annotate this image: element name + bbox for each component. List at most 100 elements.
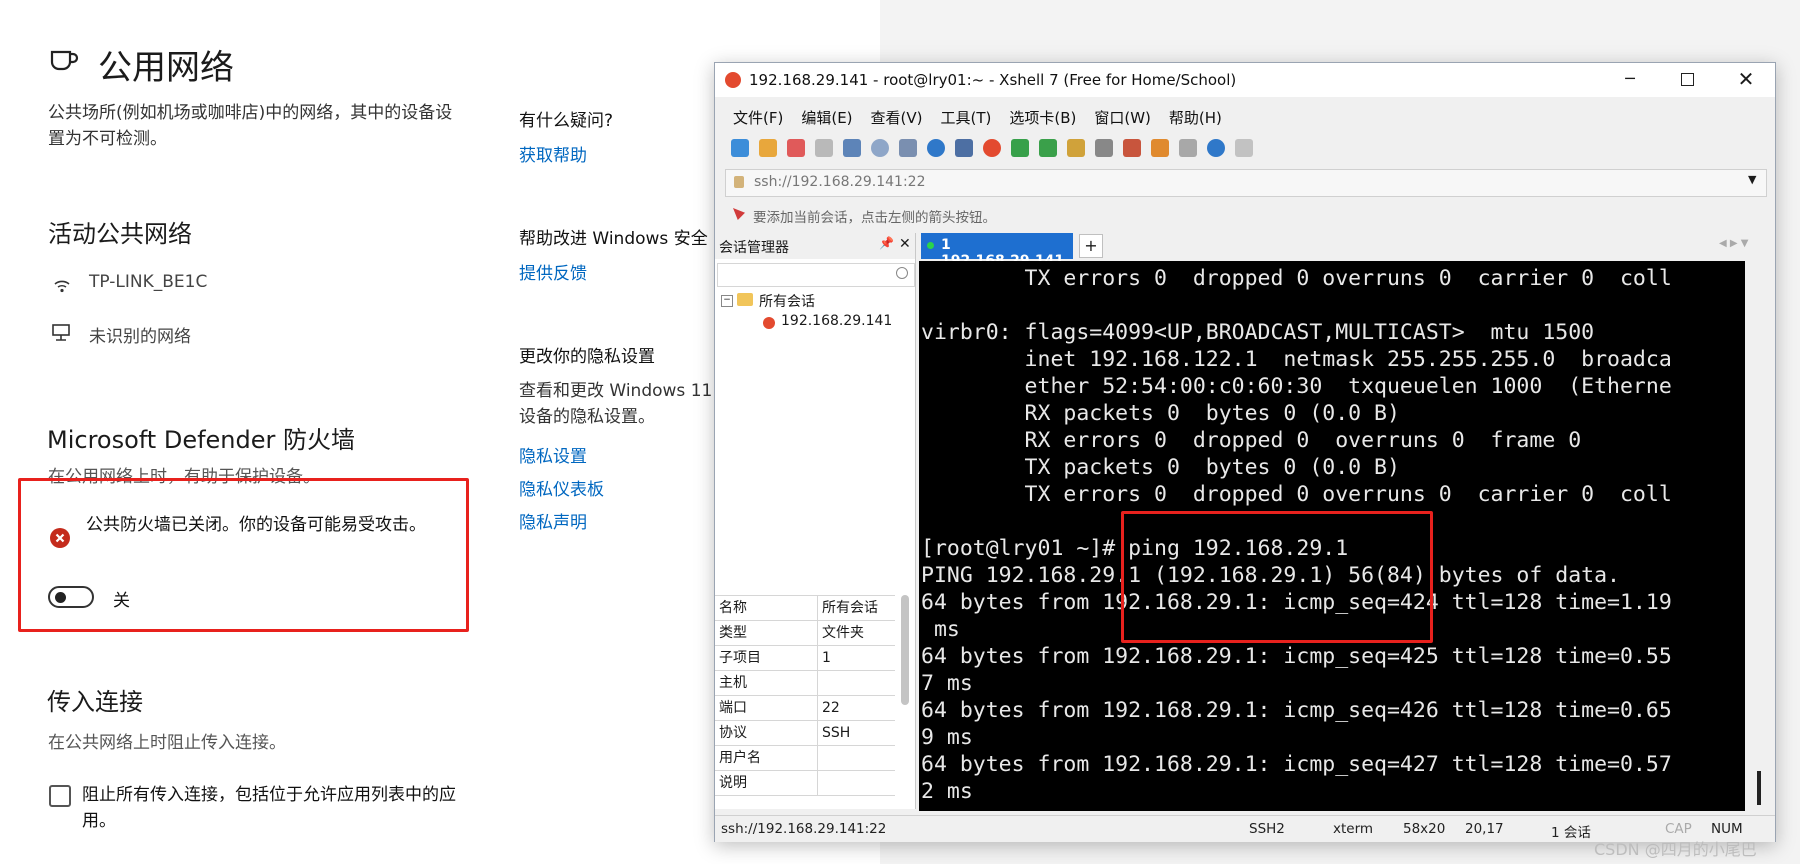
privacy-dashboard-link[interactable]: 隐私仪表板 — [519, 475, 604, 500]
terminal-line: virbr0: flags=4099<UP,BROADCAST,MULTICAS… — [921, 320, 1595, 345]
status-term: xterm — [1333, 821, 1374, 837]
menu-window[interactable]: 窗口(W) — [1094, 107, 1151, 128]
scroll-thumb[interactable] — [1757, 771, 1761, 805]
arrow-icon — [733, 208, 745, 220]
block-incoming-label: 阻止所有传入连接，包括位于允许应用列表中的应用。 — [82, 785, 456, 831]
session-search-input[interactable] — [717, 263, 915, 287]
get-help-link[interactable]: 获取帮助 — [519, 141, 587, 166]
improve-windows-text: 帮助改进 Windows 安全 — [519, 229, 708, 249]
add-icon[interactable] — [1151, 139, 1169, 157]
globe-icon[interactable] — [927, 139, 945, 157]
disconnect-icon[interactable] — [815, 139, 833, 157]
terminal-line: 9 ms — [921, 725, 973, 750]
error-icon — [50, 528, 70, 548]
toolbar — [731, 139, 1253, 157]
close-button[interactable]: ✕ — [1731, 67, 1761, 91]
menu-bar: 文件(F) 编辑(E) 查看(V) 工具(T) 选项卡(B) 窗口(W) 帮助(… — [733, 107, 1240, 128]
collapse-icon[interactable]: − — [721, 295, 733, 307]
property-value — [818, 746, 822, 770]
maximize-button[interactable] — [1673, 67, 1703, 91]
xshell-icon[interactable] — [983, 139, 1001, 157]
status-sessions: 1 会话 — [1551, 825, 1591, 841]
tree-root-label[interactable]: 所有会话 — [759, 291, 815, 311]
property-row: 子项目 1 — [715, 646, 895, 671]
status-caps: CAP — [1665, 821, 1692, 837]
tab-session[interactable]: 1 192.168.29.141 — [921, 233, 1073, 269]
property-key: 用户名 — [715, 746, 818, 770]
minimize-button[interactable]: ─ — [1615, 67, 1645, 91]
session-manager-pane: 会话管理器 📌 ✕ − 所有会话 192.168.29.141 名称 所有会话 类型… — [715, 233, 916, 809]
lock-icon[interactable] — [1067, 139, 1085, 157]
help-icon[interactable] — [1207, 139, 1225, 157]
property-value: SSH — [822, 725, 851, 741]
firewall-toggle[interactable] — [48, 586, 94, 608]
incoming-description: 在公共网络上时阻止传入连接。 — [48, 733, 286, 753]
property-key: 类型 — [715, 621, 818, 645]
keyboard-icon[interactable] — [1095, 139, 1113, 157]
folder-icon — [737, 293, 753, 306]
status-cursor: 20,17 — [1465, 821, 1504, 837]
terminal-line: TX errors 0 dropped 0 overruns 0 carrier… — [921, 482, 1672, 507]
property-key: 协议 — [715, 721, 818, 745]
address-bar[interactable]: ssh://192.168.29.141:22 ▼ — [725, 169, 1767, 197]
properties-scrollbar[interactable] — [901, 595, 909, 705]
terminal-line: TX errors 0 dropped 0 overruns 0 carrier… — [921, 266, 1672, 291]
new-session-icon[interactable] — [731, 139, 749, 157]
watermark: CSDN @四月的小尾巴 — [1594, 840, 1757, 859]
firewall-toggle-label: 关 — [113, 591, 130, 611]
property-row: 主机 — [715, 671, 895, 696]
properties-table: 名称 所有会话 类型 文件夹 子项目 1 主机 端口 22 协议 SSH 用户名 说明 — [715, 595, 895, 796]
connected-icon — [927, 242, 934, 249]
chat-icon[interactable] — [1235, 139, 1253, 157]
address-dropdown-icon[interactable]: ▼ — [1748, 173, 1756, 186]
property-row: 类型 文件夹 — [715, 621, 895, 646]
privacy-statement-link[interactable]: 隐私声明 — [519, 508, 587, 533]
block-incoming-checkbox[interactable] — [49, 785, 71, 807]
connect-icon[interactable] — [787, 139, 805, 157]
highlight-icon[interactable] — [1123, 139, 1141, 157]
property-row: 名称 所有会话 — [715, 596, 895, 621]
session-manager-header: 会话管理器 📌 ✕ — [715, 233, 915, 259]
terminal-line: RX packets 0 bytes 0 (0.0 B) — [921, 401, 1400, 426]
firewall-warning-text: 公共防火墙已关闭。你的设备可能易受攻击。 — [86, 515, 426, 535]
font-icon[interactable] — [955, 139, 973, 157]
menu-file[interactable]: 文件(F) — [733, 107, 783, 128]
pin-icon[interactable]: 📌 — [879, 236, 894, 250]
properties-icon[interactable] — [843, 139, 861, 157]
title-bar[interactable]: 192.168.29.141 - root@lry01:~ - Xshell 7… — [715, 63, 1775, 97]
terminal-line: TX packets 0 bytes 0 (0.0 B) — [921, 455, 1400, 480]
property-value: 22 — [822, 700, 840, 716]
menu-edit[interactable]: 编辑(E) — [801, 107, 852, 128]
menu-tabs[interactable]: 选项卡(B) — [1009, 107, 1076, 128]
search-icon — [896, 267, 908, 279]
property-value — [818, 771, 822, 795]
tile-icon[interactable] — [1179, 139, 1197, 157]
property-row: 端口 22 — [715, 696, 895, 721]
network-wifi-label: TP-LINK_BE1C — [89, 272, 208, 292]
feedback-link[interactable]: 提供反馈 — [519, 259, 587, 284]
menu-help[interactable]: 帮助(H) — [1169, 107, 1222, 128]
search-icon[interactable] — [871, 139, 889, 157]
menu-tools[interactable]: 工具(T) — [941, 107, 992, 128]
hint-bar: 要添加当前会话，点击左侧的箭头按钮。 — [725, 203, 1765, 227]
tab-scroll-icon[interactable]: ◀ ▶ ▼ — [1719, 238, 1748, 249]
property-key: 子项目 — [715, 646, 818, 670]
privacy-settings-link[interactable]: 隐私设置 — [519, 442, 587, 467]
tree-child-label[interactable]: 192.168.29.141 — [781, 313, 892, 329]
pane-close-icon[interactable]: ✕ — [899, 236, 911, 252]
property-value: 所有会话 — [822, 600, 878, 616]
terminal-scrollbar[interactable] — [1747, 261, 1775, 811]
status-protocol: SSH2 — [1249, 821, 1285, 837]
terminal-line: 64 bytes from 192.168.29.1: icmp_seq=425… — [921, 644, 1672, 669]
menu-view[interactable]: 查看(V) — [871, 107, 923, 128]
xftp-icon[interactable] — [1011, 139, 1029, 157]
fullscreen-icon[interactable] — [1039, 139, 1057, 157]
address-text: ssh://192.168.29.141:22 — [754, 174, 926, 190]
property-key: 主机 — [715, 671, 818, 695]
layout-icon[interactable] — [899, 139, 917, 157]
network-unidentified-label: 未识别的网络 — [89, 327, 191, 347]
open-folder-icon[interactable] — [759, 139, 777, 157]
new-tab-button[interactable]: + — [1079, 234, 1103, 258]
property-row: 用户名 — [715, 746, 895, 771]
